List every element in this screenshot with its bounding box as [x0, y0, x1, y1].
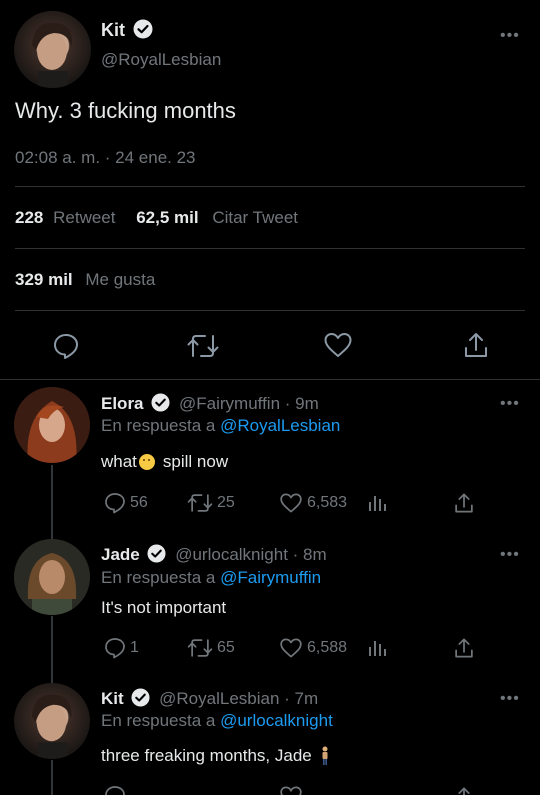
reply-to-link[interactable]: @Fairymuffin: [220, 568, 321, 587]
like-heart-icon: [280, 493, 302, 513]
retweet-icon: [187, 639, 213, 657]
likes-count[interactable]: 329 mil: [15, 270, 73, 289]
avatar-portrait: [31, 694, 72, 759]
divider: [15, 248, 525, 249]
quotes-count[interactable]: 62,5 mil: [136, 208, 198, 227]
like-count: 6,588: [307, 639, 348, 656]
reply-action[interactable]: 1: [104, 637, 139, 659]
reply-to-link[interactable]: @RoyalLesbian: [220, 416, 340, 435]
avatar[interactable]: [14, 387, 90, 463]
standing-person-emoji-icon: [322, 746, 328, 765]
reply-prefix: En respuesta a: [101, 711, 216, 730]
verified-badge-icon: [147, 544, 167, 563]
tweet-text: Why. 3 fucking months: [15, 98, 236, 123]
avatar-portrait: [32, 22, 73, 88]
more-options-icon[interactable]: •••: [500, 396, 520, 412]
clipped-action-row: [104, 785, 484, 795]
reply-text: It's not important: [101, 598, 227, 617]
reply-text: what: [101, 452, 137, 471]
author-handle-time[interactable]: @Fairymuffin · 9m: [179, 394, 319, 413]
like-heart-icon: [280, 638, 302, 658]
author-name[interactable]: Jade: [101, 545, 140, 564]
thread-line: [51, 465, 53, 541]
reply-action[interactable]: 56: [104, 492, 148, 514]
thread-line: [51, 760, 53, 795]
share-icon[interactable]: [453, 785, 475, 795]
thread-line: [51, 616, 53, 684]
divider: [15, 310, 525, 311]
analytics-icon[interactable]: [368, 493, 388, 513]
author-name[interactable]: Kit: [101, 689, 124, 708]
author-name[interactable]: Kit: [101, 20, 125, 40]
retweets-count[interactable]: 228: [15, 208, 43, 227]
reply-count: 1: [130, 639, 139, 656]
verified-badge-icon: [131, 688, 150, 707]
retweet-icon[interactable]: [187, 332, 219, 360]
divider: [15, 186, 525, 187]
reply-count: 56: [130, 494, 148, 511]
avatar[interactable]: [14, 683, 90, 759]
avatar-portrait: [14, 387, 90, 463]
reply-icon: [105, 493, 125, 514]
reply-prefix: En respuesta a: [101, 416, 216, 435]
retweet-action[interactable]: 65: [187, 637, 235, 659]
likes-stats-row: 329 mil Me gusta: [15, 270, 155, 290]
verified-badge-icon: [151, 393, 170, 412]
divider: [0, 379, 540, 380]
retweet-count: 65: [217, 639, 235, 656]
thinking-face-emoji-icon: [138, 454, 155, 470]
quotes-label[interactable]: Citar Tweet: [212, 208, 298, 227]
like-heart-icon[interactable]: [279, 785, 303, 795]
reply-icon[interactable]: [104, 785, 126, 795]
analytics-icon[interactable]: [368, 638, 388, 658]
tweet-timestamp[interactable]: 02:08 a. m. · 24 ene. 23: [15, 148, 196, 168]
author-name[interactable]: Elora: [101, 394, 144, 413]
reply-to-link[interactable]: @urlocalknight: [220, 711, 333, 730]
avatar[interactable]: [14, 539, 90, 615]
share-icon[interactable]: [462, 330, 490, 360]
reply-prefix: En respuesta a: [101, 568, 216, 587]
like-action[interactable]: 6,583: [279, 492, 347, 514]
like-action[interactable]: 6,588: [279, 637, 347, 659]
more-options-icon[interactable]: •••: [500, 691, 520, 707]
reply-text-suffix: spill now: [162, 452, 229, 471]
like-heart-icon[interactable]: [323, 331, 353, 359]
share-icon[interactable]: [453, 491, 475, 515]
author-handle-time[interactable]: @RoyalLesbian · 7m: [159, 689, 318, 708]
share-icon[interactable]: [453, 636, 475, 660]
verified-badge-icon: [133, 19, 153, 39]
avatar[interactable]: [14, 11, 91, 88]
retweet-icon: [187, 494, 213, 512]
like-count: 6,583: [307, 494, 348, 511]
retweets-label[interactable]: Retweet: [53, 208, 115, 227]
more-options-icon[interactable]: •••: [500, 28, 520, 44]
retweet-action[interactable]: 25: [187, 492, 235, 514]
likes-label[interactable]: Me gusta: [85, 270, 155, 289]
reply-text: three freaking months, Jade: [101, 746, 312, 765]
engagement-stats-row: 228 Retweet 62,5 mil Citar Tweet: [15, 208, 298, 228]
more-options-icon[interactable]: •••: [500, 547, 520, 563]
author-handle[interactable]: @RoyalLesbian: [101, 50, 221, 70]
retweet-count: 25: [217, 494, 235, 511]
reply-icon[interactable]: [52, 332, 80, 360]
reply-icon: [105, 638, 125, 659]
avatar-portrait: [14, 539, 90, 615]
author-handle-time[interactable]: @urlocalknight · 8m: [175, 545, 326, 564]
